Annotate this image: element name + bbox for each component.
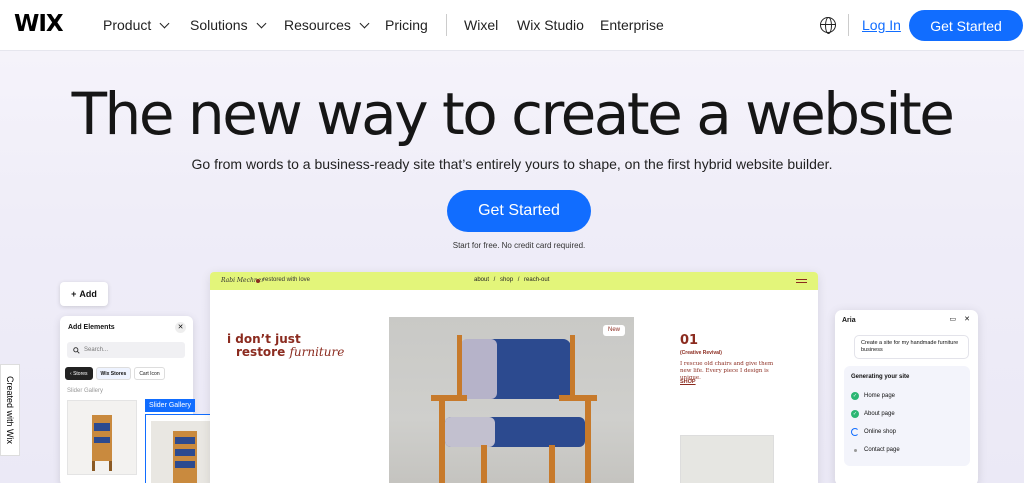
status-title: Generating your site bbox=[851, 374, 910, 380]
elements-search-input[interactable]: Search... bbox=[67, 342, 185, 358]
top-navigation: WIX Product Solutions Resources Pricing … bbox=[0, 0, 1024, 51]
nav-item-resources[interactable]: Resources bbox=[284, 17, 370, 33]
step-label: Home page bbox=[864, 393, 896, 399]
aria-controls: ▭ ✕ bbox=[950, 315, 971, 323]
chevron-down-icon bbox=[359, 18, 370, 28]
nav-label: Wix Studio bbox=[517, 17, 584, 33]
slider-gallery-tag: Slider Gallery bbox=[145, 399, 196, 412]
hero-title: The new way to create a website bbox=[71, 80, 955, 148]
nav-label: Enterprise bbox=[600, 17, 664, 33]
created-with-wix-badge[interactable]: Created with Wix bbox=[0, 364, 20, 456]
nav-item-solutions[interactable]: Solutions bbox=[190, 17, 267, 33]
nav-item-pricing[interactable]: Pricing bbox=[385, 17, 428, 33]
site-tagline: restored with love bbox=[263, 277, 311, 283]
new-badge: New bbox=[603, 325, 625, 336]
globe-icon[interactable] bbox=[820, 17, 836, 34]
wix-logo[interactable]: WIX bbox=[14, 11, 64, 37]
brand-dot bbox=[256, 279, 260, 283]
site-preview: Rabi Mechner restored with love about / … bbox=[210, 272, 818, 483]
pending-dot-icon bbox=[851, 446, 859, 454]
nav-item-enterprise[interactable]: Enterprise bbox=[600, 17, 664, 33]
chair-photo bbox=[389, 317, 634, 483]
headline-bold: restore bbox=[236, 345, 286, 359]
hero-note: Start for free. No credit card required. bbox=[452, 241, 586, 250]
nav-item-product[interactable]: Product bbox=[103, 17, 170, 33]
plus-icon: + bbox=[71, 289, 77, 299]
loading-spinner-icon bbox=[851, 428, 859, 436]
section-label: Slider Gallery bbox=[67, 388, 104, 394]
site-menu[interactable]: about / shop / reach-out bbox=[474, 277, 549, 283]
add-panel-title: Add Elements bbox=[68, 324, 115, 331]
close-icon[interactable]: ✕ bbox=[175, 322, 186, 333]
nav-divider bbox=[848, 14, 849, 36]
collection-number: 01 bbox=[680, 333, 699, 348]
collection-subheading: (Creative Revival) bbox=[680, 350, 722, 356]
chevron-down-icon bbox=[159, 18, 170, 28]
chip-stores[interactable]: ‹ Stores bbox=[65, 367, 93, 380]
gallery-image[interactable] bbox=[151, 421, 217, 483]
add-button[interactable]: + Add bbox=[60, 282, 108, 306]
nav-label: Solutions bbox=[190, 17, 248, 33]
headline-line-2: restore furniture bbox=[227, 346, 344, 359]
chair-stack-image bbox=[173, 431, 197, 483]
step-label: Online shop bbox=[864, 429, 897, 435]
check-icon: ✓ bbox=[851, 392, 859, 400]
created-with-wix-label: Created with Wix bbox=[5, 375, 15, 445]
nav-label: Pricing bbox=[385, 17, 428, 33]
armchair-image bbox=[431, 335, 597, 483]
chip-label: Wix Stores bbox=[100, 370, 127, 377]
site-headline: i don’t just restore furniture bbox=[227, 333, 344, 359]
add-button-label: Add bbox=[79, 289, 97, 299]
close-icon[interactable]: ✕ bbox=[964, 315, 970, 323]
nav-label: Resources bbox=[284, 17, 351, 33]
hamburger-menu-icon[interactable] bbox=[796, 279, 807, 283]
user-prompt-bubble: Create a site for my handmade furniture … bbox=[854, 335, 969, 359]
aria-assistant-panel: Aria ▭ ✕ Create a site for my handmade f… bbox=[835, 310, 978, 483]
generation-status-card: Generating your site ✓ Home page ✓ About… bbox=[844, 366, 970, 466]
chevron-down-icon bbox=[256, 18, 267, 28]
nav-label: Product bbox=[103, 17, 152, 33]
check-icon: ✓ bbox=[851, 410, 859, 418]
chat-icon[interactable]: ▭ bbox=[950, 315, 957, 323]
slider-gallery-thumbnail[interactable] bbox=[67, 400, 137, 475]
nav-divider bbox=[446, 14, 447, 36]
search-placeholder: Search... bbox=[84, 347, 109, 353]
get-started-nav-button[interactable]: Get Started bbox=[909, 10, 1023, 41]
hero-subtitle: Go from words to a business-ready site t… bbox=[191, 156, 833, 172]
chip-wix-stores[interactable]: Wix Stores bbox=[95, 367, 132, 380]
aria-title: Aria bbox=[842, 317, 856, 324]
chip-label: Cart Icon bbox=[139, 370, 160, 377]
nav-label: Wixel bbox=[464, 17, 499, 33]
step-label: About page bbox=[864, 411, 895, 417]
nav-item-wix-studio[interactable]: Wix Studio bbox=[517, 17, 584, 33]
shop-link[interactable]: SHOP bbox=[680, 379, 696, 385]
login-link[interactable]: Log In bbox=[862, 17, 901, 33]
element-category-chips: ‹ Stores Wix Stores Cart Icon bbox=[65, 367, 165, 380]
step-label: Contact page bbox=[864, 447, 900, 453]
get-started-hero-button[interactable]: Get Started bbox=[447, 190, 591, 232]
search-icon bbox=[73, 346, 80, 354]
step-home-page: ✓ Home page bbox=[851, 392, 895, 400]
nav-item-wixel[interactable]: Wixel bbox=[464, 17, 498, 33]
chair-stack-image bbox=[92, 415, 112, 471]
step-online-shop: Online shop bbox=[851, 428, 896, 436]
step-about-page: ✓ About page bbox=[851, 410, 895, 418]
headline-italic: furniture bbox=[289, 345, 345, 359]
product-thumbnail bbox=[680, 435, 774, 483]
chip-cart-icon[interactable]: Cart Icon bbox=[134, 367, 165, 380]
step-contact-page: Contact page bbox=[851, 446, 900, 454]
chip-label: Stores bbox=[73, 370, 88, 377]
